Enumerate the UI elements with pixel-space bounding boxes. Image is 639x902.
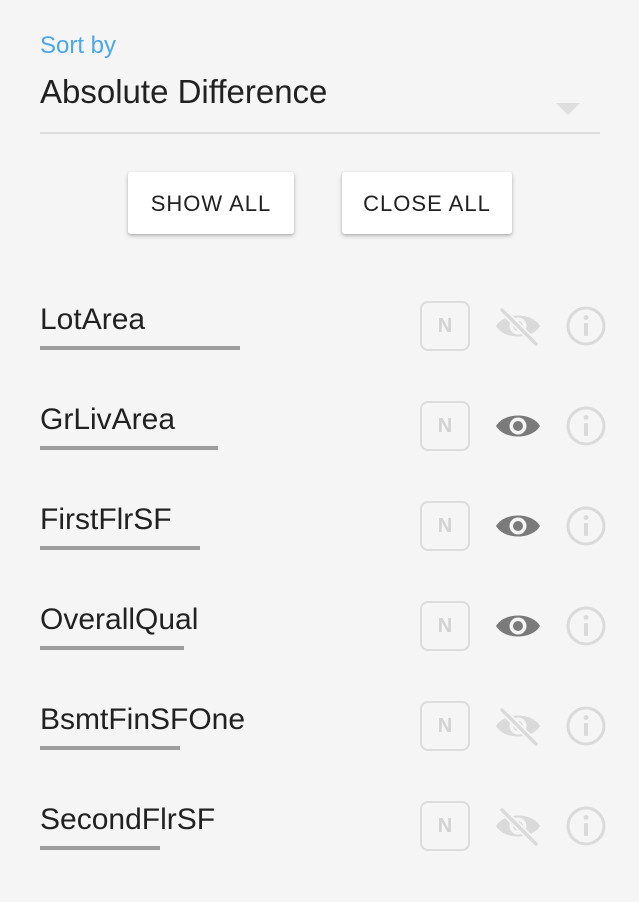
- feature-name: LotArea: [40, 303, 146, 336]
- feature-row: GrLivArea N: [0, 401, 639, 502]
- info-icon[interactable]: [564, 804, 608, 848]
- feature-row: BsmtFinSFOne N: [0, 701, 639, 802]
- feature-name: SecondFlrSF: [40, 803, 216, 836]
- numeric-badge[interactable]: N: [420, 501, 470, 551]
- feature-row: SecondFlrSF N: [0, 801, 639, 902]
- feature-row: OverallQual N: [0, 601, 639, 702]
- show-all-button[interactable]: SHOW ALL: [128, 172, 294, 234]
- sort-by-label: Sort by: [40, 32, 117, 59]
- dropdown-arrow-icon: [556, 103, 580, 115]
- numeric-badge[interactable]: N: [420, 601, 470, 651]
- difference-bar: [40, 546, 200, 550]
- numeric-badge[interactable]: N: [420, 701, 470, 751]
- info-icon[interactable]: [564, 404, 608, 448]
- eye-off-icon[interactable]: [494, 704, 542, 748]
- difference-bar: [40, 646, 184, 650]
- eye-icon[interactable]: [494, 404, 542, 448]
- difference-bar: [40, 746, 180, 750]
- eye-off-icon[interactable]: [494, 304, 542, 348]
- feature-name: FirstFlrSF: [40, 503, 172, 536]
- sort-by-value: Absolute Difference: [40, 73, 328, 110]
- info-icon[interactable]: [564, 704, 608, 748]
- difference-bar: [40, 846, 160, 850]
- close-all-button[interactable]: CLOSE ALL: [342, 172, 512, 234]
- eye-icon[interactable]: [494, 604, 542, 648]
- sort-by-select[interactable]: Absolute Difference: [40, 70, 600, 134]
- numeric-badge[interactable]: N: [420, 401, 470, 451]
- difference-bar: [40, 446, 218, 450]
- difference-bar: [40, 346, 240, 350]
- info-icon[interactable]: [564, 504, 608, 548]
- feature-name: OverallQual: [40, 603, 199, 636]
- eye-off-icon[interactable]: [494, 804, 542, 848]
- feature-row: FirstFlrSF N: [0, 501, 639, 602]
- info-icon[interactable]: [564, 604, 608, 648]
- feature-name: BsmtFinSFOne: [40, 703, 246, 736]
- feature-row: LotArea N: [0, 301, 639, 402]
- numeric-badge[interactable]: N: [420, 801, 470, 851]
- info-icon[interactable]: [564, 304, 608, 348]
- eye-icon[interactable]: [494, 504, 542, 548]
- feature-name: GrLivArea: [40, 403, 176, 436]
- numeric-badge[interactable]: N: [420, 301, 470, 351]
